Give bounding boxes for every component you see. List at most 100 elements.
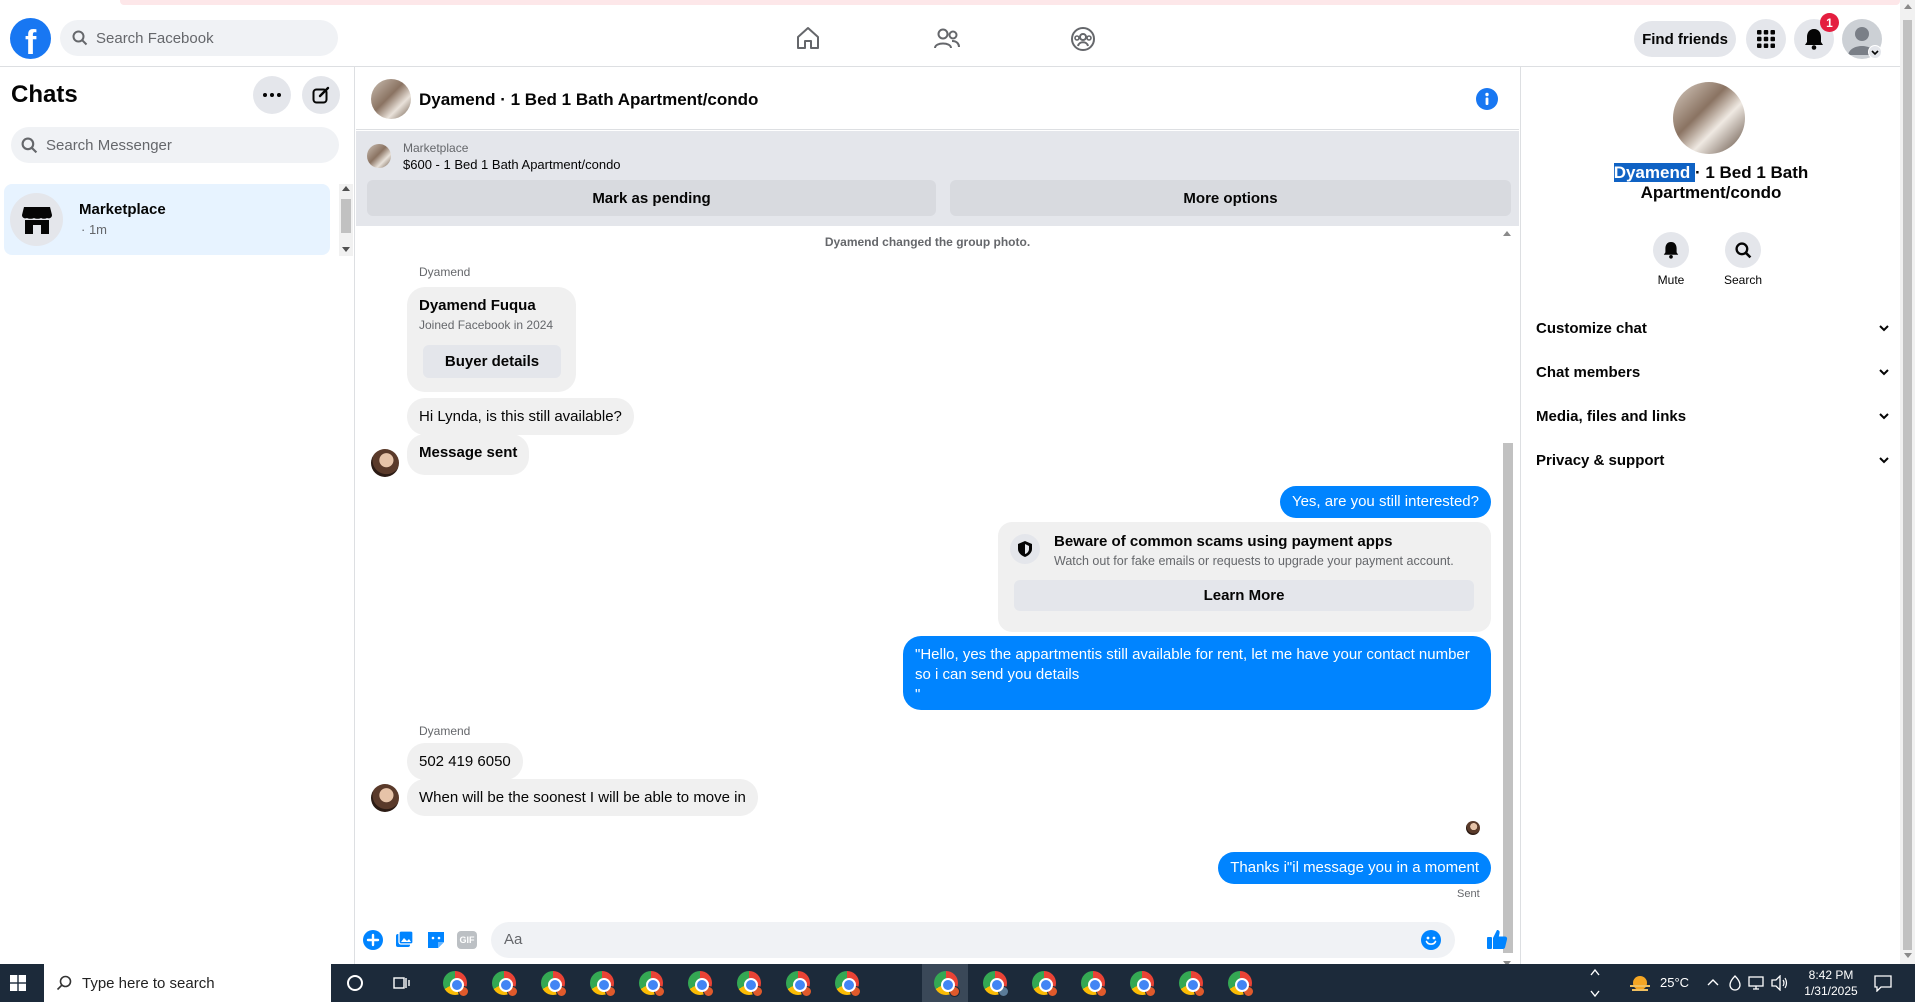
thumbs-up-icon[interactable] bbox=[1486, 928, 1508, 950]
profile-badge-icon bbox=[1194, 986, 1205, 997]
emoji-icon[interactable] bbox=[1421, 930, 1441, 950]
photo-icon[interactable] bbox=[394, 930, 414, 950]
chat-members-section[interactable]: Chat members bbox=[1536, 354, 1891, 390]
more-options-button[interactable]: More options bbox=[950, 180, 1511, 216]
incoming-message[interactable]: Hi Lynda, is this still available? bbox=[407, 398, 634, 435]
page-scrollbar[interactable] bbox=[1900, 0, 1915, 964]
message-sender-label: Dyamend bbox=[419, 265, 471, 279]
action-center-icon[interactable] bbox=[1874, 975, 1892, 992]
account-chevron-icon[interactable] bbox=[1868, 45, 1882, 59]
incoming-message[interactable]: Message sent bbox=[407, 434, 530, 475]
chevron-down-icon bbox=[1877, 365, 1891, 379]
bell-icon bbox=[1663, 241, 1679, 259]
mark-as-pending-button[interactable]: Mark as pending bbox=[367, 180, 936, 216]
message-scrollbar[interactable] bbox=[1500, 227, 1515, 972]
profile-badge-icon bbox=[1096, 986, 1107, 997]
task-view-icon[interactable] bbox=[393, 975, 411, 991]
profile-badge-icon bbox=[850, 986, 861, 997]
friends-icon[interactable] bbox=[933, 27, 961, 51]
message-list: Dyamend changed the group photo. Dyamend… bbox=[356, 227, 1519, 972]
chrome-taskbar-icon[interactable] bbox=[1032, 971, 1058, 997]
groups-icon[interactable] bbox=[1070, 26, 1096, 52]
chevron-down-icon bbox=[1877, 321, 1891, 335]
taskbar-scroll-down-icon[interactable] bbox=[1590, 990, 1600, 998]
chrome-taskbar-icon[interactable] bbox=[688, 971, 714, 997]
volume-icon[interactable] bbox=[1771, 975, 1789, 991]
conversation-title[interactable]: Dyamend · 1 Bed 1 Bath Apartment/condo bbox=[419, 90, 758, 110]
facebook-search-input[interactable]: Search Facebook bbox=[60, 20, 338, 56]
find-friends-button[interactable]: Find friends bbox=[1634, 21, 1736, 57]
search-placeholder: Search Facebook bbox=[96, 29, 214, 47]
listing-detail[interactable]: $600 - 1 Bed 1 Bath Apartment/condo bbox=[403, 157, 621, 172]
temperature-readout[interactable]: 25°C bbox=[1660, 975, 1689, 990]
taskbar-search-input[interactable]: Type here to search bbox=[44, 964, 331, 1002]
marketplace-store-icon bbox=[10, 193, 63, 246]
conversation-panel: Dyamend · 1 Bed 1 Bath Apartment/condo M… bbox=[356, 67, 1519, 972]
mute-button[interactable] bbox=[1653, 232, 1689, 268]
scam-warning-body: Watch out for fake emails or requests to… bbox=[1054, 554, 1454, 568]
network-icon[interactable] bbox=[1748, 975, 1764, 991]
media-files-links-section[interactable]: Media, files and links bbox=[1536, 398, 1891, 434]
info-icon[interactable] bbox=[1476, 88, 1498, 110]
clock-time: 8:42 PM bbox=[1808, 968, 1854, 982]
windows-start-icon[interactable] bbox=[10, 975, 26, 991]
buyer-details-button[interactable]: Buyer details bbox=[423, 345, 561, 378]
bell-icon bbox=[1804, 28, 1824, 50]
conversation-avatar[interactable] bbox=[371, 79, 411, 119]
chrome-taskbar-icon[interactable] bbox=[492, 971, 518, 997]
chat-list-item[interactable]: Marketplace · 1m bbox=[4, 184, 330, 255]
chrome-taskbar-icon[interactable] bbox=[1081, 971, 1107, 997]
search-in-conversation-button[interactable] bbox=[1725, 232, 1761, 268]
outgoing-message[interactable]: "Hello, yes the appartmentis still avail… bbox=[903, 636, 1491, 710]
new-message-button[interactable] bbox=[302, 76, 340, 114]
group-name: Dyamend · 1 Bed 1 Bath Apartment/condo bbox=[1521, 163, 1901, 203]
incoming-message[interactable]: 502 419 6050 bbox=[407, 743, 523, 780]
sender-avatar[interactable] bbox=[371, 449, 399, 477]
plus-icon[interactable] bbox=[363, 930, 383, 950]
chrome-taskbar-icon[interactable] bbox=[835, 971, 861, 997]
incoming-message[interactable]: When will be the soonest I will be able … bbox=[407, 779, 758, 816]
group-name-part: Apartment/condo bbox=[1640, 183, 1782, 202]
clock[interactable]: 8:42 PM 1/31/2025 bbox=[1796, 967, 1866, 999]
privacy-support-section[interactable]: Privacy & support bbox=[1536, 442, 1891, 478]
outgoing-message[interactable]: Yes, are you still interested? bbox=[1279, 486, 1491, 518]
chrome-taskbar-icon[interactable] bbox=[443, 971, 469, 997]
chrome-taskbar-icon[interactable] bbox=[1130, 971, 1156, 997]
sender-avatar[interactable] bbox=[371, 784, 399, 812]
cortana-icon[interactable] bbox=[347, 975, 363, 991]
chrome-taskbar-icon[interactable] bbox=[590, 971, 616, 997]
chrome-taskbar-icon[interactable] bbox=[934, 971, 960, 997]
taskbar-search-placeholder: Type here to search bbox=[82, 974, 215, 992]
chat-options-button[interactable] bbox=[253, 76, 291, 114]
chrome-taskbar-icon[interactable] bbox=[1228, 971, 1254, 997]
search-icon bbox=[1734, 241, 1752, 259]
customize-chat-section[interactable]: Customize chat bbox=[1536, 310, 1891, 346]
chrome-taskbar-icon[interactable] bbox=[1179, 971, 1205, 997]
buyer-name: Dyamend Fuqua bbox=[419, 297, 536, 314]
chrome-taskbar-icon[interactable] bbox=[639, 971, 665, 997]
mark-as-pending-label: Mark as pending bbox=[592, 189, 711, 207]
outgoing-message[interactable]: Thanks i"il message you in a moment bbox=[1218, 852, 1491, 884]
compose-icon bbox=[312, 86, 330, 104]
chrome-taskbar-icon[interactable] bbox=[541, 971, 567, 997]
learn-more-button[interactable]: Learn More bbox=[1014, 580, 1474, 611]
taskbar-scroll-up-icon[interactable] bbox=[1590, 968, 1600, 976]
group-photo-avatar[interactable] bbox=[1673, 82, 1745, 154]
chrome-taskbar-icon[interactable] bbox=[737, 971, 763, 997]
sidebar-scrollbar[interactable] bbox=[339, 184, 353, 256]
messenger-search-input[interactable]: Search Messenger bbox=[11, 127, 339, 163]
onedrive-icon[interactable] bbox=[1729, 975, 1741, 991]
more-options-label: More options bbox=[1183, 189, 1278, 207]
message-input[interactable]: Aa bbox=[491, 922, 1455, 958]
chrome-taskbar-icon[interactable] bbox=[983, 971, 1009, 997]
conversation-header: Dyamend · 1 Bed 1 Bath Apartment/condo bbox=[356, 67, 1519, 130]
weather-icon[interactable] bbox=[1628, 972, 1652, 994]
menu-grid-button[interactable] bbox=[1746, 19, 1786, 59]
facebook-logo[interactable]: f bbox=[10, 18, 51, 59]
sticker-icon[interactable] bbox=[426, 930, 446, 950]
home-icon[interactable] bbox=[795, 26, 821, 50]
search-placeholder: Search Messenger bbox=[46, 136, 172, 154]
gif-icon[interactable]: GIF bbox=[457, 931, 477, 949]
chevron-up-icon[interactable] bbox=[1707, 978, 1719, 986]
chrome-taskbar-icon[interactable] bbox=[786, 971, 812, 997]
